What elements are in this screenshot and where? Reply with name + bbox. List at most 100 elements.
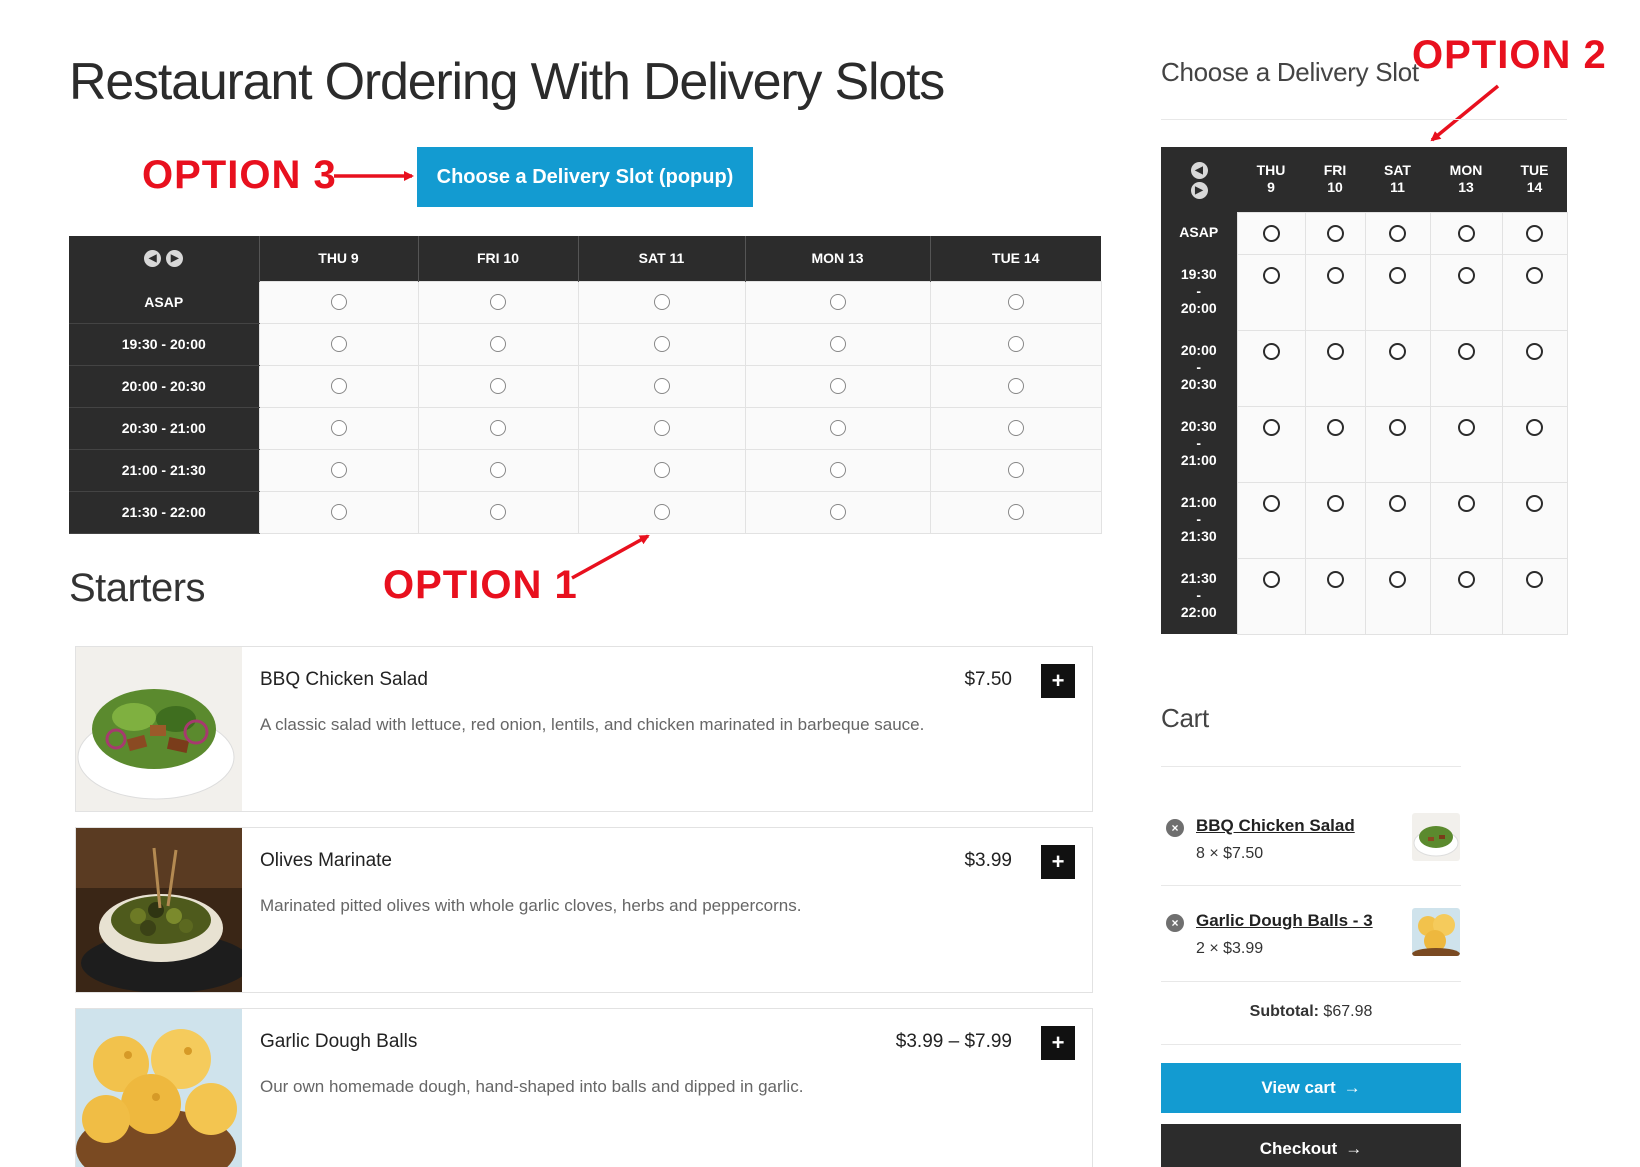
product-card: Garlic Dough Balls $3.99 – $7.99 + Our o… — [75, 1008, 1093, 1167]
add-to-cart-button[interactable]: + — [1041, 1026, 1075, 1060]
product-image-dough-balls[interactable] — [76, 1009, 242, 1167]
slot-radio[interactable] — [1007, 377, 1024, 394]
slot-radio[interactable] — [330, 419, 347, 436]
slot-radio[interactable] — [490, 503, 506, 520]
slot-cell — [1501, 211, 1568, 255]
checkout-button[interactable]: Checkout → — [1161, 1124, 1461, 1167]
chevron-left-icon[interactable]: ◀ — [144, 250, 162, 268]
day-header: MON 13 — [1430, 147, 1502, 212]
slot-radio[interactable] — [653, 503, 670, 520]
slot-nav: ◀ ▶ — [1161, 147, 1237, 212]
slot-radio[interactable] — [1007, 503, 1024, 520]
slot-radio[interactable] — [1262, 570, 1280, 588]
view-cart-label: View cart — [1261, 1078, 1336, 1097]
slot-radio[interactable] — [1262, 494, 1280, 512]
product-name[interactable]: BBQ Chicken Salad — [260, 669, 428, 691]
slot-cell — [1364, 481, 1431, 559]
slot-radio[interactable] — [1262, 342, 1280, 360]
slot-radio[interactable] — [1007, 293, 1024, 310]
slot-radio[interactable] — [1326, 494, 1344, 512]
slot-radio[interactable] — [1007, 419, 1024, 436]
add-to-cart-button[interactable]: + — [1041, 664, 1075, 698]
slot-radio[interactable] — [1526, 224, 1543, 242]
slot-radio[interactable] — [1457, 342, 1475, 360]
chevron-right-icon[interactable]: ▶ — [1190, 182, 1208, 200]
remove-icon[interactable]: × — [1166, 819, 1184, 837]
slot-radio[interactable] — [829, 419, 846, 436]
chevron-right-icon[interactable]: ▶ — [166, 250, 184, 268]
slot-radio[interactable] — [1007, 461, 1024, 478]
view-cart-button[interactable]: View cart → — [1161, 1063, 1461, 1113]
slot-radio[interactable] — [829, 335, 846, 352]
slot-radio[interactable] — [330, 461, 347, 478]
chevron-left-icon[interactable]: ◀ — [1190, 162, 1208, 180]
slot-radio[interactable] — [1262, 224, 1280, 242]
add-to-cart-button[interactable]: + — [1041, 845, 1075, 879]
slot-radio[interactable] — [1457, 418, 1475, 436]
slot-cell — [258, 448, 419, 492]
slot-time-to: 22:00 — [1180, 604, 1217, 620]
slot-time-label: 20:00-20:30 — [1161, 330, 1237, 406]
slot-radio[interactable] — [1526, 342, 1543, 360]
slot-radio[interactable] — [490, 377, 506, 394]
page-title: Restaurant Ordering With Delivery Slots — [69, 53, 945, 111]
slot-radio[interactable] — [1389, 224, 1406, 242]
product-image-olives[interactable] — [76, 828, 242, 992]
slot-radio[interactable] — [1262, 418, 1280, 436]
slot-cell — [1236, 329, 1306, 407]
slot-radio[interactable] — [1526, 494, 1543, 512]
slot-radio[interactable] — [1389, 342, 1406, 360]
slot-radio[interactable] — [1262, 266, 1280, 284]
slot-radio[interactable] — [829, 503, 846, 520]
slot-radio[interactable] — [490, 335, 506, 352]
slot-radio[interactable] — [1389, 418, 1406, 436]
slot-radio[interactable] — [1326, 342, 1344, 360]
slot-radio[interactable] — [1526, 266, 1543, 284]
slot-radio[interactable] — [1326, 418, 1344, 436]
cart-item-thumbnail[interactable] — [1412, 908, 1460, 956]
slot-cell — [258, 406, 419, 450]
product-image-salad[interactable] — [76, 647, 242, 811]
slot-radio[interactable] — [829, 461, 846, 478]
slot-radio[interactable] — [1457, 224, 1475, 242]
annotation-option-1: OPTION 1 — [383, 563, 578, 607]
slot-radio[interactable] — [330, 335, 347, 352]
slot-radio[interactable] — [1457, 570, 1475, 588]
slot-radio[interactable] — [1526, 418, 1543, 436]
slot-radio[interactable] — [829, 377, 846, 394]
slot-radio[interactable] — [1389, 266, 1406, 284]
slot-radio[interactable] — [1389, 494, 1406, 512]
slot-radio[interactable] — [490, 293, 506, 310]
slot-radio[interactable] — [330, 377, 347, 394]
slot-radio[interactable] — [1326, 266, 1344, 284]
slot-radio[interactable] — [490, 461, 506, 478]
product-name[interactable]: Garlic Dough Balls — [260, 1031, 417, 1053]
slot-time-sep: - — [1196, 359, 1202, 375]
slot-radio[interactable] — [330, 293, 347, 310]
slot-radio[interactable] — [1457, 494, 1475, 512]
cart-item-thumbnail[interactable] — [1412, 813, 1460, 861]
slot-radio[interactable] — [653, 293, 670, 310]
slot-radio[interactable] — [1326, 570, 1344, 588]
remove-icon[interactable]: × — [1166, 914, 1184, 932]
slot-radio[interactable] — [1526, 570, 1543, 588]
slot-cell — [577, 364, 746, 408]
slot-radio[interactable] — [1007, 335, 1024, 352]
cart-item-name[interactable]: BBQ Chicken Salad — [1196, 816, 1355, 836]
slot-radio[interactable] — [1457, 266, 1475, 284]
slot-radio[interactable] — [653, 461, 670, 478]
slot-radio[interactable] — [653, 377, 670, 394]
slot-radio[interactable] — [490, 419, 506, 436]
slot-radio[interactable] — [1389, 570, 1406, 588]
slot-radio[interactable] — [330, 503, 347, 520]
slot-time-label: 21:30 - 22:00 — [69, 491, 259, 534]
slot-radio[interactable] — [829, 293, 846, 310]
choose-delivery-slot-popup-button[interactable]: Choose a Delivery Slot (popup) — [417, 147, 753, 207]
slot-radio[interactable] — [1326, 224, 1344, 242]
slot-row: ASAP — [69, 280, 1102, 324]
product-name[interactable]: Olives Marinate — [260, 850, 392, 872]
slot-radio[interactable] — [653, 335, 670, 352]
slot-radio[interactable] — [653, 419, 670, 436]
slot-nav: ◀ ▶ — [69, 236, 259, 281]
cart-item-name[interactable]: Garlic Dough Balls - 3 — [1196, 911, 1373, 931]
